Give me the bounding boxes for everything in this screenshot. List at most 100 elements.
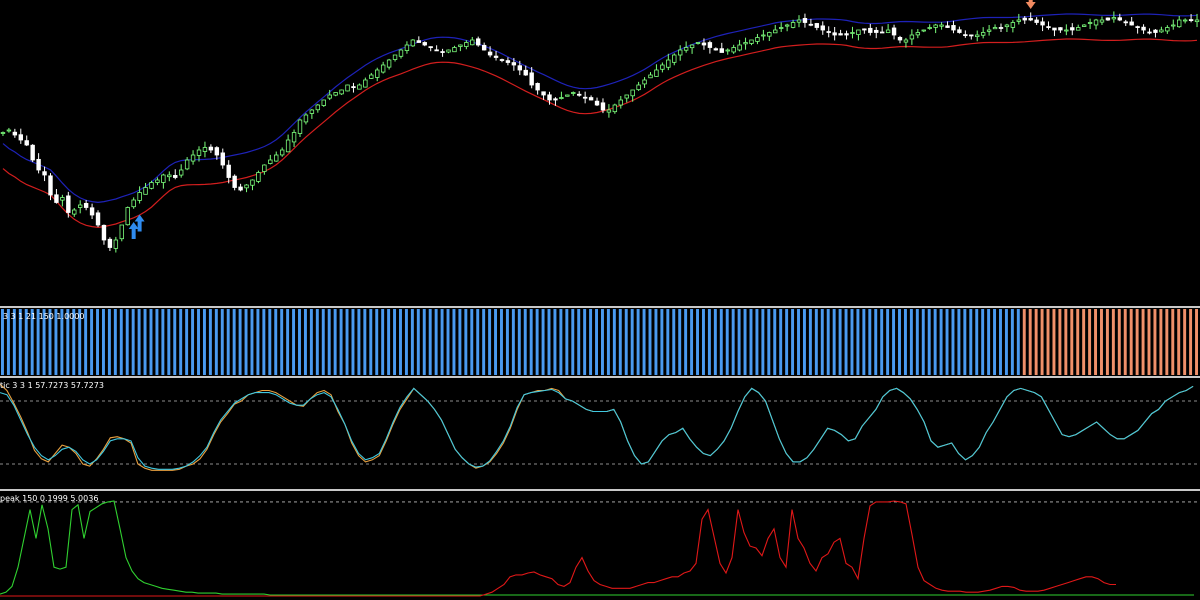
histogram-bar [1028, 309, 1032, 375]
candle-body [42, 171, 47, 176]
histogram-bar [856, 309, 860, 375]
candle-body [832, 32, 837, 36]
candle-body [428, 46, 433, 49]
histogram-bar [470, 309, 474, 375]
histogram-bar [381, 309, 385, 375]
histogram-bar [298, 309, 301, 375]
histogram-bar [155, 309, 159, 375]
candle-body [683, 47, 689, 51]
candle-body [1188, 19, 1194, 21]
pane-separator[interactable] [0, 306, 1200, 308]
candle-body [796, 19, 802, 23]
trading-chart[interactable] [0, 0, 1200, 600]
histogram-bar [256, 309, 260, 375]
histogram-bar [678, 309, 682, 375]
histogram-bar [725, 309, 729, 375]
histogram-bar [814, 309, 818, 375]
candle-body [18, 134, 23, 141]
candle-body [149, 182, 154, 189]
candle-body [582, 96, 588, 99]
histogram-bar [993, 309, 997, 375]
candle-body [808, 23, 814, 26]
histogram-bar [143, 309, 147, 375]
peak-indicator-label: peak 150 0.1999 5.0036 [0, 494, 99, 503]
candle-body [119, 224, 124, 240]
histogram-bar [357, 309, 361, 375]
candle-body [297, 119, 303, 134]
candle-body [612, 104, 618, 113]
candle-body [107, 238, 113, 248]
histogram-bar [339, 309, 343, 375]
candle-body [773, 29, 778, 34]
candle-body [95, 212, 101, 226]
histogram-bar [173, 309, 177, 375]
histogram-bar [648, 309, 652, 375]
histogram-bar [125, 309, 129, 375]
candle-body [980, 32, 986, 36]
candle-body [986, 29, 992, 32]
candle-body [642, 79, 647, 85]
candle-body [214, 147, 220, 156]
histogram-bar [1189, 309, 1193, 375]
candle-body [648, 74, 653, 79]
candle-body [404, 44, 410, 51]
candle-body [54, 194, 59, 203]
histogram-bar [363, 309, 367, 375]
histogram-bar [1111, 309, 1115, 375]
histogram-bar [701, 309, 705, 375]
candle-body [945, 25, 950, 28]
histogram-bar [327, 309, 331, 375]
candle-body [1165, 27, 1170, 32]
candle-body [903, 39, 909, 43]
histogram-bar [191, 309, 195, 375]
candle-body [0, 132, 6, 134]
histogram-bar [1076, 309, 1080, 375]
histogram-bar [1046, 309, 1050, 375]
candle-body [1004, 24, 1010, 28]
histogram-bar [838, 309, 842, 375]
candle-body [511, 62, 517, 66]
candle-body [327, 94, 332, 99]
histogram-bar [440, 309, 444, 375]
candle-body [434, 49, 439, 52]
histogram-bar [185, 309, 189, 375]
candle-body [618, 99, 623, 106]
candle-body [606, 109, 612, 113]
histogram-bar [1159, 309, 1163, 375]
histogram-bar [286, 309, 290, 375]
pane-separator[interactable] [0, 489, 1200, 491]
histogram-bar [410, 309, 414, 375]
candle-body [279, 149, 285, 156]
histogram-bar [399, 309, 402, 375]
histogram-bar [523, 309, 527, 375]
candle-body [499, 59, 505, 61]
histogram-bar [844, 309, 848, 375]
candle-body [83, 203, 89, 208]
candle-body [101, 224, 107, 241]
histogram-bar [1052, 309, 1056, 375]
candle-body [487, 51, 493, 56]
candle-body [178, 169, 184, 176]
peak-series-line [0, 500, 1194, 596]
candle-body [778, 27, 784, 29]
histogram-bar [945, 309, 949, 375]
histogram-bar [743, 309, 747, 375]
pane-separator[interactable] [0, 376, 1200, 378]
histogram-bar [785, 309, 789, 375]
candle-body [1123, 21, 1128, 24]
histogram-bar [802, 309, 806, 375]
candle-body [588, 97, 594, 101]
histogram-bar [505, 309, 509, 375]
histogram-bar [1153, 309, 1157, 375]
candle-body [891, 27, 897, 36]
histogram-bar [601, 309, 604, 375]
histogram-bar [826, 309, 830, 375]
candle-body [1081, 24, 1087, 27]
candle-body [256, 172, 261, 182]
candle-body [874, 29, 879, 33]
histogram-bar [274, 309, 278, 375]
candle-body [1040, 21, 1045, 26]
candle-body [291, 132, 297, 143]
histogram-bar [214, 309, 218, 375]
candle-body [1093, 19, 1099, 26]
